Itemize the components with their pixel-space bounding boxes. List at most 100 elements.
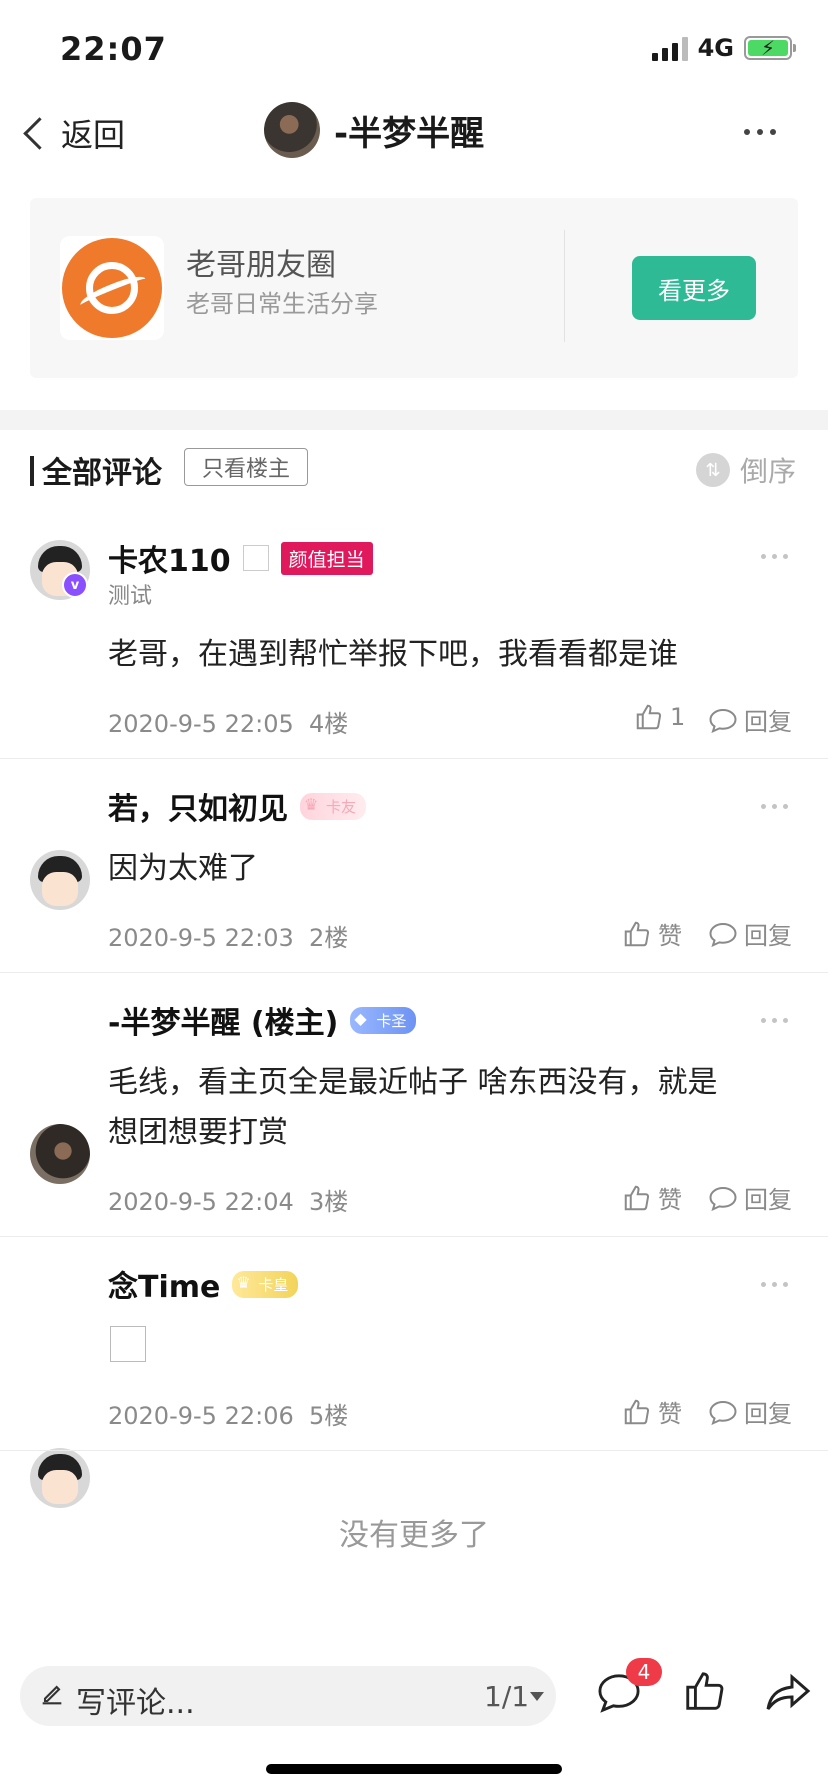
comment-text: 因为太难了	[108, 851, 258, 886]
medal-placeholder-icon	[242, 545, 269, 571]
comment-text: 毛线，看主页全是最近帖子 啥东西没有，就是 想团想要打赏	[108, 1058, 718, 1158]
like-button[interactable]: 赞	[622, 1394, 682, 1429]
reply-button[interactable]: 回复	[708, 702, 792, 737]
comment-bubble-icon	[709, 1186, 737, 1211]
thumbs-up-icon	[624, 1185, 650, 1210]
chevron-left-icon	[23, 116, 56, 150]
avatar[interactable]	[30, 1448, 90, 1508]
avatar[interactable]	[30, 850, 90, 910]
only-op-filter-button[interactable]: 只看楼主	[184, 448, 308, 486]
status-time: 22:07	[60, 30, 167, 68]
like-label: 赞	[658, 922, 682, 950]
circle-desc: 老哥日常生活分享	[186, 290, 378, 318]
comment-header: 若，只如初见 ♛ 卡友	[108, 784, 367, 828]
reply-button[interactable]: 回复	[708, 1394, 792, 1429]
like-button[interactable]: 1	[634, 702, 685, 732]
comment-input-placeholder: 写评论...	[76, 1686, 195, 1721]
sort-button[interactable]: ⇅ 倒序	[695, 450, 796, 490]
floor-number: 3楼	[309, 1188, 349, 1216]
nav-title-name: -半梦半醒	[334, 113, 485, 154]
reply-button[interactable]: 回复	[708, 916, 792, 951]
comment-bubble-icon	[709, 1400, 737, 1425]
page-indicator[interactable]: 1/1	[484, 1680, 529, 1713]
comment-bubble-icon	[709, 922, 737, 947]
level-badge: ◆ 卡圣	[350, 1006, 417, 1034]
crown-icon: ♛	[304, 794, 319, 814]
circle-logo	[60, 236, 164, 340]
back-button[interactable]: 返回	[23, 110, 126, 156]
thumbs-up-icon	[636, 704, 662, 730]
username[interactable]: -半梦半醒 (楼主)	[108, 998, 338, 1042]
more-icon[interactable]	[744, 129, 776, 135]
diamond-icon: ◆	[354, 1008, 367, 1028]
reply-label: 回复	[744, 1400, 792, 1428]
sort-icon: ⇅	[695, 453, 730, 487]
like-count: 1	[670, 703, 686, 731]
floor-number: 5楼	[309, 1402, 349, 1430]
username[interactable]: 念Time	[108, 1262, 220, 1306]
battery-icon: ⚡	[744, 36, 796, 60]
planet-icon	[62, 238, 162, 338]
share-icon[interactable]	[764, 1672, 812, 1714]
crown-icon: ♛	[236, 1272, 251, 1292]
verified-icon: v	[62, 572, 88, 598]
sort-label: 倒序	[739, 455, 796, 488]
like-button[interactable]: 赞	[622, 916, 682, 951]
network-type: 4G	[697, 34, 734, 62]
thumbs-up-icon	[624, 921, 650, 946]
user-tag-badge: 颜值担当	[280, 541, 373, 575]
user-title: 测试	[108, 584, 153, 609]
reply-button[interactable]: 回复	[708, 1180, 792, 1215]
comment-count-badge: 4	[626, 1658, 662, 1686]
thumbs-up-icon[interactable]	[682, 1668, 728, 1714]
floor-number: 4楼	[309, 710, 349, 738]
like-label: 赞	[658, 1400, 682, 1428]
comment-time: 2020-9-5 22:03 2楼	[108, 924, 349, 952]
see-more-button[interactable]: 看更多	[632, 256, 756, 320]
signal-icon	[651, 35, 688, 61]
comment-text: 老哥，在遇到帮忙举报下吧，我看看都是谁	[108, 637, 678, 672]
divider	[0, 1450, 828, 1451]
comment-text-line: 毛线，看主页全是最近帖子 啥东西没有，就是	[108, 1065, 718, 1100]
like-label: 赞	[658, 1186, 682, 1214]
comment-text-line: 想团想要打赏	[108, 1115, 288, 1150]
divider	[0, 972, 828, 973]
username[interactable]: 若，只如初见	[108, 784, 288, 828]
comment-bubble-icon	[709, 708, 737, 733]
no-more-text: 没有更多了	[339, 1518, 489, 1553]
divider	[564, 230, 565, 342]
pencil-icon	[42, 1685, 62, 1705]
thumbs-up-icon	[624, 1399, 650, 1424]
reply-label: 回复	[744, 1186, 792, 1214]
home-indicator	[266, 1764, 562, 1774]
tab-all-comments[interactable]: 全部评论	[42, 448, 162, 492]
reply-label: 回复	[744, 708, 792, 736]
reply-label: 回复	[744, 922, 792, 950]
status-icons: 4G ⚡	[651, 34, 796, 62]
comment-header: -半梦半醒 (楼主) ◆ 卡圣	[108, 998, 417, 1042]
level-badge: ♛ 卡友	[300, 792, 367, 820]
floor-number: 2楼	[309, 924, 349, 952]
more-icon[interactable]	[761, 804, 788, 809]
comment-header: 念Time ♛ 卡皇	[108, 1262, 299, 1306]
caret-down-icon[interactable]	[530, 1692, 544, 1701]
nav-title[interactable]: -半梦半醒	[264, 102, 484, 158]
username[interactable]: 卡农110	[108, 536, 231, 580]
image-placeholder-icon[interactable]	[110, 1326, 146, 1362]
comment-time: 2020-9-5 22:06 5楼	[108, 1402, 349, 1430]
comment-time: 2020-9-5 22:04 3楼	[108, 1188, 349, 1216]
like-button[interactable]: 赞	[622, 1180, 682, 1215]
divider	[0, 1236, 828, 1237]
more-icon[interactable]	[761, 1282, 788, 1287]
comment-header: 卡农110 颜值担当	[108, 536, 373, 580]
back-label: 返回	[61, 116, 126, 154]
more-icon[interactable]	[761, 1018, 788, 1023]
circle-name: 老哥朋友圈	[186, 248, 336, 283]
avatar[interactable]	[30, 1124, 90, 1184]
comment-time: 2020-9-5 22:05 4楼	[108, 710, 349, 738]
section-gap	[0, 410, 828, 430]
divider	[0, 758, 828, 759]
tab-indicator	[30, 456, 34, 486]
level-badge: ♛ 卡皇	[232, 1270, 299, 1298]
more-icon[interactable]	[761, 554, 788, 559]
